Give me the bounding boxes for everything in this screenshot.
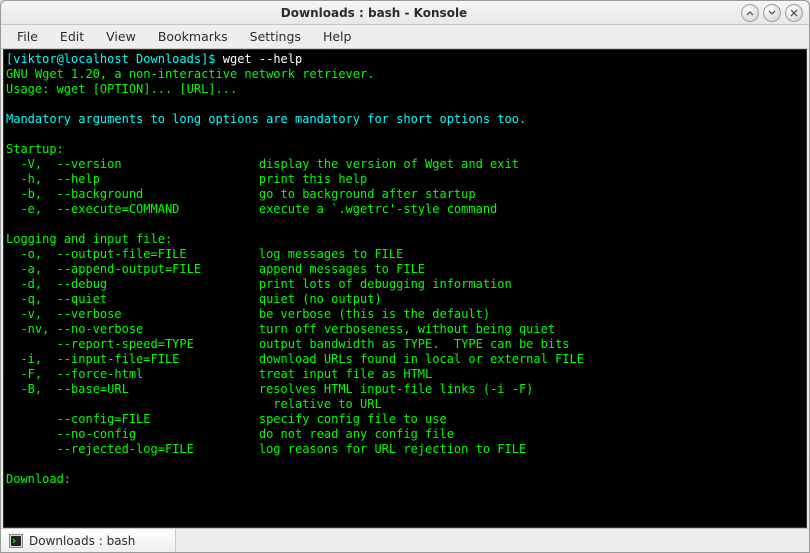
menu-bar: File Edit View Bookmarks Settings Help <box>1 25 809 49</box>
konsole-window: Downloads : bash - Konsole File Edit Vie… <box>0 0 810 553</box>
tab-downloads-bash[interactable]: Downloads : bash <box>1 529 176 552</box>
option-line: -v, --verbose be verbose (this is the de… <box>6 307 490 321</box>
maximize-button[interactable] <box>763 4 781 22</box>
output-line: Usage: wget [OPTION]... [URL]... <box>6 82 237 96</box>
option-line: --report-speed=TYPE output bandwidth as … <box>6 337 570 351</box>
option-line: -e, --execute=COMMAND execute a `.wgetrc… <box>6 202 497 216</box>
tab-label: Downloads : bash <box>29 534 135 548</box>
output-line: Mandatory arguments to long options are … <box>6 112 526 126</box>
window-title: Downloads : bash - Konsole <box>7 6 741 20</box>
option-line: relative to URL <box>6 397 382 411</box>
option-line: -d, --debug print lots of debugging info… <box>6 277 512 291</box>
section-header: Download: <box>6 472 71 486</box>
option-line: -B, --base=URL resolves HTML input-file … <box>6 382 533 396</box>
option-line: -a, --append-output=FILE append messages… <box>6 262 425 276</box>
option-line: --rejected-log=FILE log reasons for URL … <box>6 442 526 456</box>
option-line: --config=FILE specify config file to use <box>6 412 447 426</box>
option-line: -o, --output-file=FILE log messages to F… <box>6 247 403 261</box>
menu-help[interactable]: Help <box>313 26 362 47</box>
close-button[interactable] <box>785 4 803 22</box>
shell-prompt: [viktor@localhost Downloads]$ <box>6 52 223 66</box>
output-line: GNU Wget 1.20, a non-interactive network… <box>6 67 374 81</box>
option-line: -V, --version display the version of Wge… <box>6 157 519 171</box>
terminal-icon <box>9 534 23 548</box>
option-line: --no-config do not read any config file <box>6 427 454 441</box>
option-line: -b, --background go to background after … <box>6 187 476 201</box>
section-header: Startup: <box>6 142 64 156</box>
option-line: -h, --help print this help <box>6 172 367 186</box>
terminal-view[interactable]: [viktor@localhost Downloads]$ wget --hel… <box>3 49 807 528</box>
menu-edit[interactable]: Edit <box>50 26 94 47</box>
option-line: -nv, --no-verbose turn off verboseness, … <box>6 322 555 336</box>
window-controls <box>741 4 803 22</box>
command-input: wget --help <box>223 52 302 66</box>
menu-view[interactable]: View <box>96 26 146 47</box>
menu-settings[interactable]: Settings <box>240 26 311 47</box>
minimize-button[interactable] <box>741 4 759 22</box>
title-bar[interactable]: Downloads : bash - Konsole <box>1 1 809 25</box>
menu-file[interactable]: File <box>7 26 48 47</box>
section-header: Logging and input file: <box>6 232 172 246</box>
status-bar: Downloads : bash <box>1 528 809 552</box>
option-line: -F, --force-html treat input file as HTM… <box>6 367 432 381</box>
menu-bookmarks[interactable]: Bookmarks <box>148 26 238 47</box>
option-line: -i, --input-file=FILE download URLs foun… <box>6 352 584 366</box>
option-line: -q, --quiet quiet (no output) <box>6 292 382 306</box>
